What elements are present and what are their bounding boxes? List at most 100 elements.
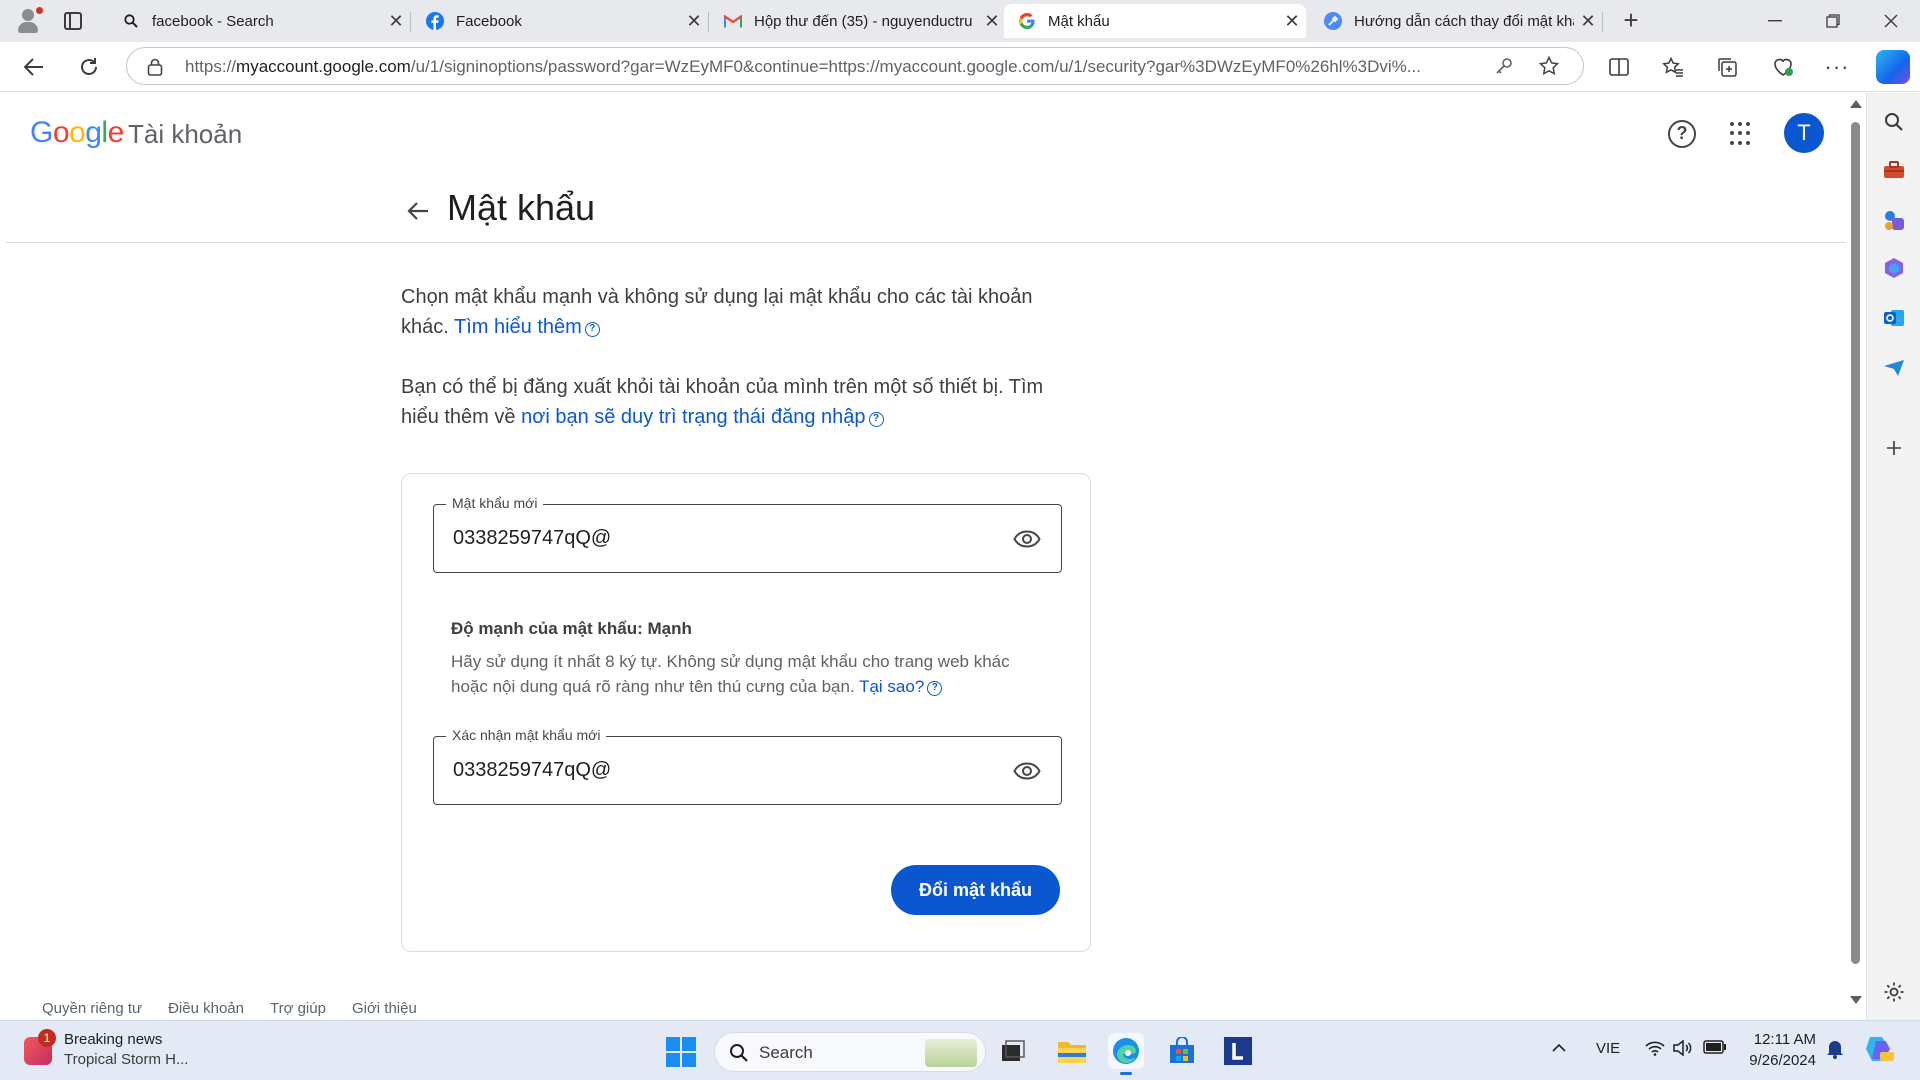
taskbar-search[interactable]: Search <box>714 1032 986 1072</box>
browser-essentials-icon[interactable] <box>1766 50 1800 84</box>
product-name: Tài khoản <box>128 119 243 149</box>
copilot-taskbar-icon[interactable] <box>1864 1035 1894 1067</box>
edge-browser-icon[interactable] <box>1108 1033 1144 1075</box>
send-icon[interactable] <box>1881 355 1907 381</box>
password-key-icon[interactable] <box>1495 57 1513 80</box>
tab-guide[interactable]: Hướng dẫn cách thay đổi mật khẩ ✕ <box>1310 4 1602 38</box>
news-subtitle[interactable]: Tropical Storm H... <box>64 1051 188 1068</box>
tab-facebook[interactable]: Facebook ✕ <box>412 4 708 38</box>
confirm-password-field[interactable]: Xác nhận mật khẩu mới <box>433 727 1062 805</box>
signout-paragraph: Bạn có thể bị đăng xuất khỏi tài khoản c… <box>401 372 1051 432</box>
scroll-up-arrow[interactable] <box>1850 100 1862 108</box>
close-tab-icon[interactable]: ✕ <box>978 11 1006 32</box>
privacy-link[interactable]: Quyền riêng tư <box>42 1000 142 1017</box>
new-tab-button[interactable]: + <box>1616 6 1646 36</box>
apps-grid-icon[interactable] <box>1730 122 1754 146</box>
notification-bell-icon[interactable] <box>1826 1039 1844 1063</box>
page-scrollbar-thumb[interactable] <box>1851 122 1860 964</box>
microsoft365-icon[interactable] <box>1881 255 1907 281</box>
new-password-field[interactable]: Mật khẩu mới <box>433 495 1062 573</box>
close-tab-icon[interactable]: ✕ <box>1574 11 1602 32</box>
active-app-indicator <box>1120 1072 1132 1075</box>
start-windows-icon[interactable] <box>666 1037 696 1067</box>
show-hidden-icons-chevron-icon[interactable] <box>1552 1040 1566 1057</box>
tab-actions-icon[interactable] <box>64 12 82 30</box>
help-icon[interactable]: ? <box>1668 120 1696 148</box>
close-tab-icon[interactable]: ✕ <box>680 11 708 32</box>
password-form-card: Mật khẩu mới Độ mạnh của mật khẩu: Mạnh … <box>401 473 1091 952</box>
facebook-icon <box>426 12 444 30</box>
file-explorer-icon[interactable] <box>1054 1033 1090 1069</box>
copilot-icon[interactable] <box>1876 50 1910 84</box>
volume-icon[interactable] <box>1673 1039 1693 1060</box>
change-password-button[interactable]: Đổi mật khẩu <box>891 865 1060 915</box>
refresh-button[interactable] <box>72 50 106 84</box>
split-screen-icon[interactable] <box>1602 50 1636 84</box>
help-circle-icon[interactable]: ? <box>584 322 600 337</box>
search-icon[interactable] <box>1881 109 1907 135</box>
wifi-icon[interactable] <box>1645 1040 1665 1060</box>
back-button[interactable] <box>17 50 51 84</box>
tab-password[interactable]: Mật khẩu ✕ <box>1004 4 1306 38</box>
new-password-input[interactable] <box>453 527 973 550</box>
tab-separator <box>410 12 411 32</box>
new-password-label: Mật khẩu mới <box>446 495 544 511</box>
help-circle-icon[interactable]: ? <box>927 681 943 696</box>
close-tab-icon[interactable]: ✕ <box>1278 11 1306 32</box>
help-link[interactable]: Trợ giúp <box>270 1000 326 1017</box>
help-circle-icon[interactable]: ? <box>868 412 884 427</box>
back-arrow-icon[interactable] <box>400 193 436 229</box>
collections-icon[interactable] <box>1710 50 1744 84</box>
tab-facebook-search[interactable]: facebook - Search ✕ <box>108 4 410 38</box>
site-info-icon[interactable] <box>147 58 163 81</box>
confirm-password-input[interactable] <box>453 759 973 782</box>
show-password-eye-icon[interactable] <box>1012 757 1042 785</box>
tab-title: Hộp thư đến (35) - nguyenductru <box>754 12 973 30</box>
tab-separator <box>1602 12 1603 32</box>
tab-title: Facebook <box>456 12 522 30</box>
learn-more-link[interactable]: Tìm hiểu thêm <box>454 316 582 338</box>
search-label: Search <box>759 1043 813 1062</box>
tab-separator <box>708 12 709 32</box>
about-link[interactable]: Giới thiệu <box>352 1000 417 1017</box>
google-logo[interactable]: Google <box>30 116 124 150</box>
settings-gear-icon[interactable] <box>1881 979 1907 1005</box>
restore-button[interactable] <box>1804 0 1862 42</box>
show-password-eye-icon[interactable] <box>1012 525 1042 553</box>
outlook-icon[interactable] <box>1881 305 1907 331</box>
l-app-icon[interactable] <box>1220 1033 1256 1069</box>
close-tab-icon[interactable]: ✕ <box>382 11 410 32</box>
tab-title: facebook - Search <box>152 12 274 30</box>
news-title[interactable]: Breaking news <box>64 1031 162 1048</box>
why-link[interactable]: Tại sao? <box>859 677 924 696</box>
favorite-star-icon[interactable] <box>1538 55 1560 81</box>
address-bar[interactable]: https://myaccount.google.com/u/1/signino… <box>126 47 1584 85</box>
url-text: https://myaccount.google.com/u/1/signino… <box>185 57 1421 76</box>
tab-title: Mật khẩu <box>1048 12 1110 30</box>
minimize-button[interactable] <box>1746 0 1804 42</box>
language-indicator[interactable]: VIE <box>1596 1040 1620 1057</box>
clock-time[interactable]: 12:11 AM <box>1752 1031 1816 1048</box>
favorites-icon[interactable] <box>1656 50 1690 84</box>
microsoft-store-icon[interactable] <box>1164 1033 1200 1069</box>
task-view-icon[interactable] <box>996 1033 1032 1069</box>
tool-icon <box>1324 12 1342 30</box>
stay-signed-in-link[interactable]: nơi bạn sẽ duy trì trạng thái đăng nhập <box>521 406 865 428</box>
gmail-icon <box>724 12 742 30</box>
battery-icon[interactable] <box>1703 1040 1727 1058</box>
close-window-button[interactable] <box>1862 0 1920 42</box>
avatar[interactable]: T <box>1784 113 1824 153</box>
clock-date[interactable]: 9/26/2024 <box>1742 1052 1816 1069</box>
page-title: Mật khẩu <box>447 187 596 228</box>
toolbox-icon[interactable] <box>1881 157 1907 183</box>
search-icon <box>729 1043 749 1068</box>
scroll-down-arrow[interactable] <box>1850 996 1862 1004</box>
news-count-badge: 1 <box>38 1029 56 1047</box>
add-icon[interactable] <box>1881 435 1907 461</box>
footer-links: Quyền riêng tư Điều khoản Trợ giúp Giới … <box>42 1000 417 1017</box>
profile-icon[interactable] <box>14 6 43 34</box>
tab-gmail[interactable]: Hộp thư đến (35) - nguyenductru ✕ <box>710 4 1006 38</box>
games-icon[interactable] <box>1881 207 1907 233</box>
terms-link[interactable]: Điều khoản <box>168 1000 244 1017</box>
settings-more-icon[interactable]: ··· <box>1820 50 1854 84</box>
